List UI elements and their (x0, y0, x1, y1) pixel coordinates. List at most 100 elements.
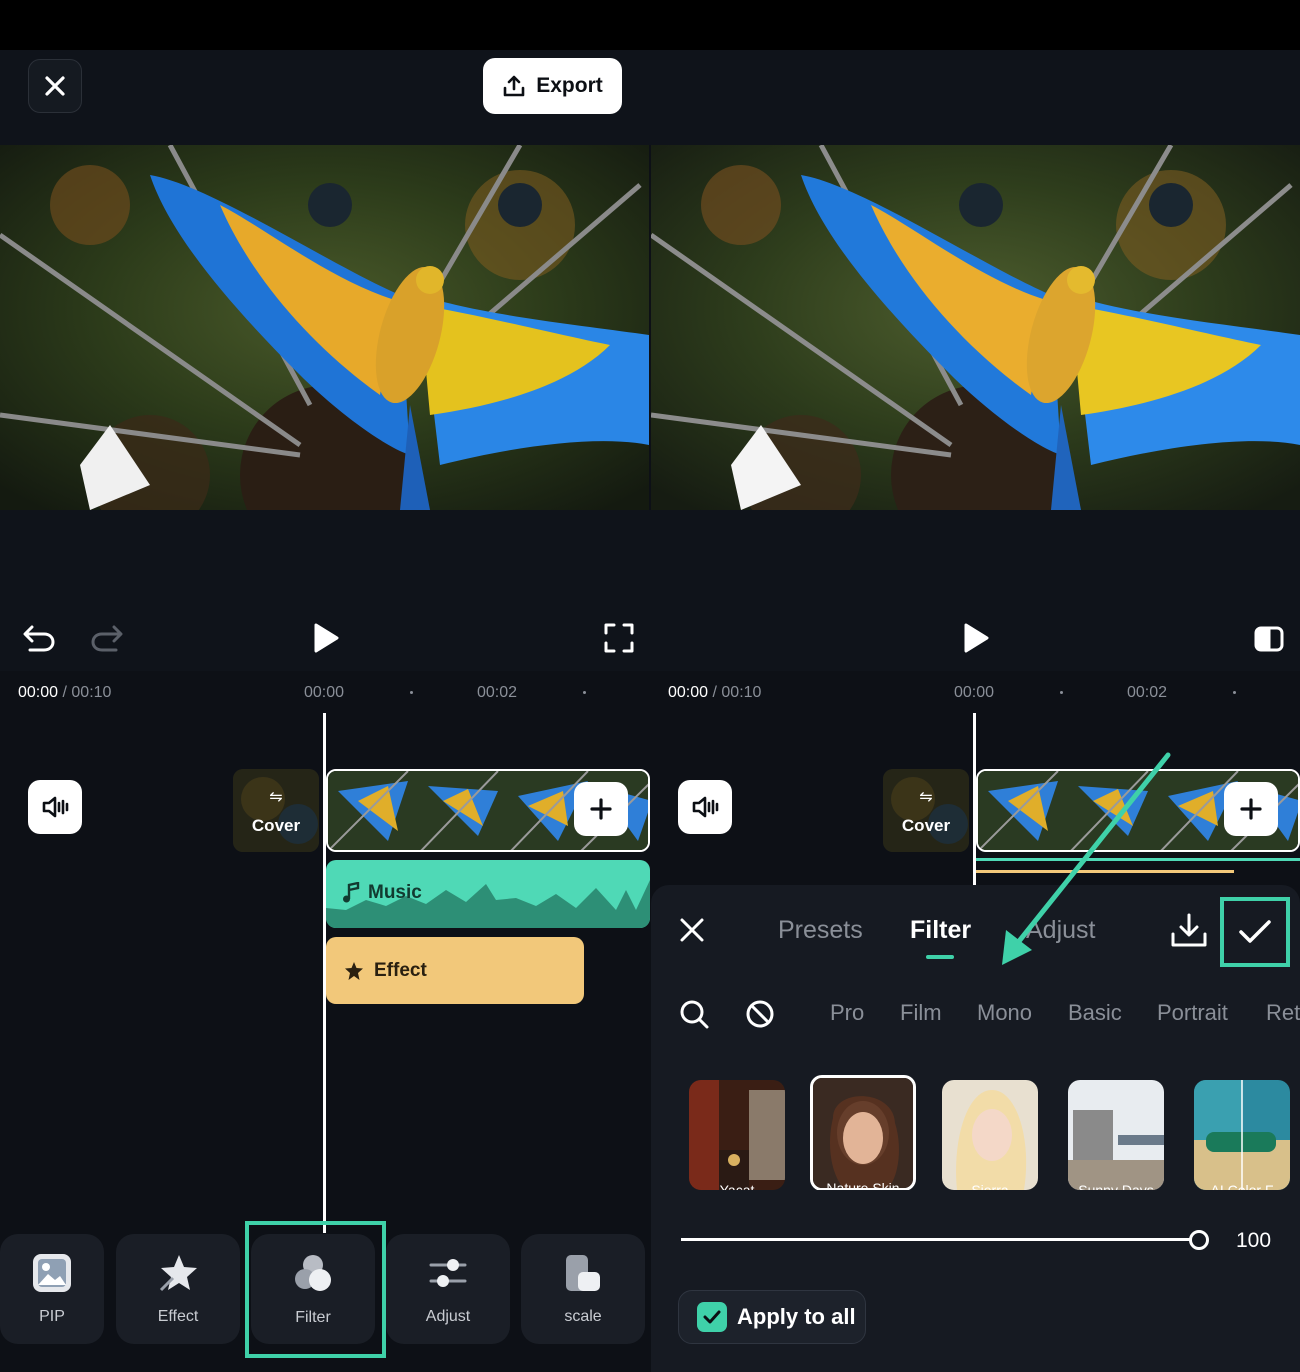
bird-image (0, 145, 649, 510)
filter-search-button[interactable] (676, 996, 712, 1032)
swap-icon: ⇋ (919, 789, 933, 806)
effect-icon (159, 1255, 197, 1292)
plus-icon (590, 798, 612, 820)
top-bar (0, 50, 1300, 145)
export-label: Export (536, 74, 603, 97)
total-time: / 00:10 (62, 684, 112, 701)
filter-preview-image (813, 1078, 913, 1188)
add-clip-button[interactable] (1224, 782, 1278, 836)
tick-dot (410, 691, 413, 694)
time-readout: 00:00 / 00:10 (18, 684, 111, 702)
cover-button[interactable]: ⇋ Cover (233, 769, 319, 852)
filter-thumb[interactable]: Yacat (689, 1080, 785, 1190)
check-icon (1239, 920, 1271, 943)
check-icon (703, 1310, 721, 1324)
filter-thumb[interactable]: AI Color F (1194, 1080, 1290, 1190)
apply-to-all-label: Apply to all (737, 1304, 856, 1329)
play-button[interactable] (308, 619, 344, 657)
tick-dot (583, 691, 586, 694)
tab-filter[interactable]: Filter (910, 916, 971, 945)
close-button[interactable] (28, 59, 82, 113)
adjust-icon (429, 1259, 467, 1287)
redo-icon (91, 625, 123, 652)
tool-label: scale (564, 1308, 602, 1325)
playhead[interactable] (973, 713, 976, 885)
effect-track[interactable]: Effect (326, 937, 584, 1004)
compare-button[interactable] (1250, 620, 1288, 658)
playback-controls (0, 605, 1300, 671)
time-tick: 00:00 (304, 684, 345, 701)
filter-name: AI Color F (1210, 1182, 1274, 1190)
playhead[interactable] (323, 713, 326, 1233)
category-film[interactable]: Film (900, 1000, 942, 1026)
confirm-button[interactable] (1220, 897, 1290, 967)
cover-thumbnail (233, 769, 319, 852)
music-label: Music (368, 882, 422, 903)
category-pro[interactable]: Pro (830, 1000, 864, 1026)
undo-button[interactable] (20, 620, 58, 656)
swap-icon: ⇋ (269, 789, 283, 806)
intensity-value: 100 (1236, 1229, 1272, 1252)
mute-button[interactable] (678, 780, 732, 834)
music-track[interactable]: Music (326, 860, 650, 928)
tool-label: Effect (157, 1308, 199, 1325)
tick-dot (1233, 691, 1236, 694)
status-bar (0, 0, 1300, 50)
filter-thumb[interactable]: Sunny Days (1068, 1080, 1164, 1190)
redo-button[interactable] (88, 620, 126, 656)
export-button[interactable]: Export (483, 58, 622, 114)
filter-name: Sunny Days (1078, 1182, 1154, 1190)
annotation-arrow (1002, 752, 1171, 965)
close-icon (45, 76, 65, 96)
category-basic[interactable]: Basic (1068, 1000, 1122, 1026)
total-time: / 00:10 (712, 684, 762, 701)
mute-button[interactable] (28, 780, 82, 834)
cover-button[interactable]: ⇋ Cover (883, 769, 969, 852)
current-time: 00:00 (18, 684, 59, 701)
filter-thumb-selected[interactable]: Nature Skin (810, 1075, 916, 1191)
effect-label: Effect (374, 959, 427, 981)
play-button-right[interactable] (958, 619, 994, 657)
apply-to-all-toggle[interactable]: Apply to all (678, 1290, 866, 1344)
no-filter-button[interactable] (742, 996, 778, 1032)
pip-icon (33, 1254, 71, 1292)
plus-icon (1240, 798, 1262, 820)
filter-thumb[interactable]: Sierra (942, 1080, 1038, 1190)
tool-label: Adjust (425, 1308, 471, 1325)
compare-icon (1254, 626, 1284, 652)
fullscreen-icon (604, 623, 634, 653)
search-icon (680, 1000, 709, 1029)
intensity-slider-knob[interactable] (1189, 1230, 1209, 1250)
scale-icon (566, 1255, 600, 1291)
tool-adjust[interactable]: Adjust (386, 1234, 510, 1344)
play-icon (964, 623, 989, 653)
intensity-slider-track[interactable] (681, 1238, 1199, 1241)
cover-thumbnail (883, 769, 969, 852)
current-time: 00:00 (668, 684, 709, 701)
category-portrait[interactable]: Portrait (1157, 1000, 1228, 1026)
prohibited-icon (746, 1000, 774, 1028)
tool-scale[interactable]: scale (521, 1234, 645, 1344)
tab-presets[interactable]: Presets (778, 916, 863, 945)
tool-pip[interactable]: PIP (0, 1234, 104, 1344)
undo-icon (23, 625, 55, 652)
video-preview-right (651, 145, 1300, 510)
fullscreen-button[interactable] (600, 620, 638, 656)
category-mono[interactable]: Mono (977, 1000, 1032, 1026)
play-icon (314, 623, 339, 653)
bird-image (651, 145, 1300, 510)
tool-effect[interactable]: Effect (116, 1234, 240, 1344)
apply-to-all-checkbox[interactable] (697, 1302, 727, 1332)
preview-area-background (0, 510, 1300, 605)
active-tab-indicator (926, 955, 954, 959)
time-tick: 00:00 (954, 684, 995, 701)
filter-preview-image (1194, 1080, 1290, 1190)
filter-preview-image (689, 1080, 785, 1190)
panel-close-button[interactable] (674, 912, 710, 948)
music-note-icon (343, 882, 360, 903)
speaker-icon (692, 796, 719, 818)
upload-icon (503, 75, 525, 97)
add-clip-button[interactable] (574, 782, 628, 836)
filter-highlight-box (245, 1221, 386, 1358)
category-retro[interactable]: Ret (1266, 1000, 1300, 1026)
